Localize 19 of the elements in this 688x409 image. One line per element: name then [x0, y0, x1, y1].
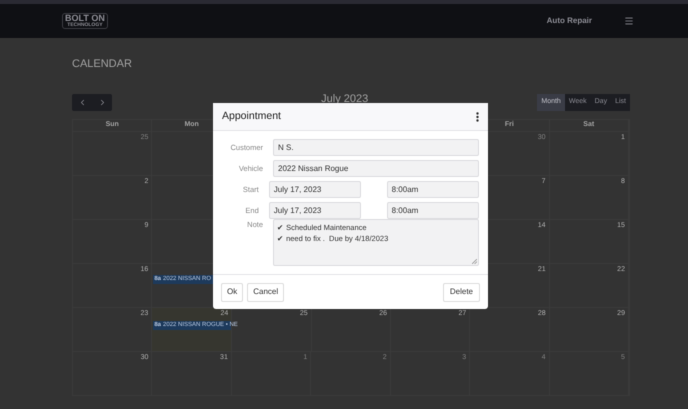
date-field[interactable]: July 17, 2023: [268, 202, 362, 219]
logo-text: BOLT ON: [65, 14, 105, 23]
time-field[interactable]: 8:00am: [386, 202, 479, 219]
delete-button[interactable]: Delete: [442, 282, 480, 302]
customer-field[interactable]: N S.: [273, 139, 479, 156]
more-options-icon[interactable]: [476, 112, 479, 122]
dialog-button[interactable]: Ok: [221, 282, 244, 302]
time-field[interactable]: 8:00am: [386, 181, 479, 198]
app-title: Auto Repair: [546, 15, 592, 27]
page-title: CALENDAR: [72, 57, 133, 72]
resize-handle-icon[interactable]: [472, 259, 477, 264]
next-button[interactable]: [92, 94, 112, 111]
menu-icon[interactable]: [624, 16, 634, 26]
vehicle-field[interactable]: 2022 Nissan Rogue: [273, 160, 479, 177]
date-field[interactable]: July 17, 2023: [268, 181, 362, 198]
previous-button[interactable]: [72, 94, 92, 111]
dialog-title: Appointment: [222, 108, 281, 124]
dialog-button[interactable]: Cancel: [247, 282, 284, 302]
month-title: July 2023: [321, 92, 368, 106]
